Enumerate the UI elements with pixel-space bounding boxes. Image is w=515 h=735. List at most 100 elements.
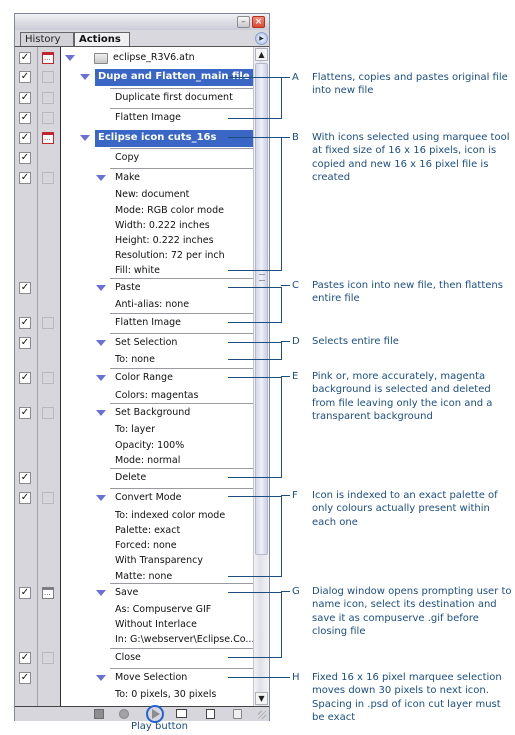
action-name[interactable]: Eclipse icon cuts_16s bbox=[98, 131, 216, 145]
tab-actions[interactable]: Actions bbox=[74, 32, 130, 46]
toggle-checkbox[interactable]: ✓ bbox=[19, 71, 31, 83]
tab-history[interactable]: History bbox=[20, 32, 74, 46]
dialog-toggle-empty[interactable] bbox=[42, 407, 54, 419]
row-separator bbox=[110, 668, 253, 669]
leader-line bbox=[281, 376, 290, 377]
dialog-toggle-empty[interactable] bbox=[42, 317, 54, 329]
toggle-checkbox[interactable]: ✓ bbox=[19, 672, 31, 684]
expand-triangle-icon[interactable] bbox=[80, 135, 90, 141]
expand-triangle-icon[interactable] bbox=[96, 375, 106, 381]
step-name[interactable]: Set Selection bbox=[115, 336, 177, 350]
trash-icon[interactable] bbox=[233, 709, 242, 719]
expand-triangle-icon[interactable] bbox=[96, 495, 106, 501]
bracket-line bbox=[281, 496, 282, 577]
expand-triangle-icon[interactable] bbox=[65, 55, 75, 61]
leader-line bbox=[228, 342, 281, 343]
stop-icon[interactable] bbox=[94, 709, 104, 719]
toggle-checkbox[interactable]: ✓ bbox=[19, 652, 31, 664]
dialog-toggle-icon[interactable] bbox=[42, 52, 54, 64]
expand-triangle-icon[interactable] bbox=[96, 410, 106, 416]
expand-triangle-icon[interactable] bbox=[80, 74, 90, 80]
dialog-toggle-empty[interactable] bbox=[42, 372, 54, 384]
expand-triangle-icon[interactable] bbox=[96, 590, 106, 596]
step-name[interactable]: Set Background bbox=[115, 406, 190, 420]
leader-line bbox=[281, 495, 290, 496]
toggle-checkbox[interactable]: ✓ bbox=[19, 472, 31, 484]
step-parameter: Mode: normal bbox=[115, 455, 181, 466]
step-name[interactable]: Make bbox=[115, 171, 140, 185]
toggle-checkbox[interactable]: ✓ bbox=[19, 172, 31, 184]
toggle-checkbox[interactable]: ✓ bbox=[19, 152, 31, 164]
expand-triangle-icon[interactable] bbox=[96, 175, 106, 181]
record-icon[interactable] bbox=[119, 709, 129, 719]
new-action-icon[interactable] bbox=[206, 709, 215, 719]
toggle-checkbox[interactable]: ✓ bbox=[19, 317, 31, 329]
toggle-checkbox[interactable]: ✓ bbox=[19, 372, 31, 384]
annotation-letter: B bbox=[292, 132, 299, 143]
leader-line bbox=[228, 270, 281, 271]
leader-line bbox=[228, 359, 281, 360]
dialog-toggle-icon[interactable] bbox=[42, 132, 54, 144]
close-icon[interactable]: × bbox=[252, 16, 265, 28]
dialog-toggle-empty[interactable] bbox=[42, 652, 54, 664]
leader-line bbox=[228, 377, 281, 378]
grip-icon bbox=[259, 274, 265, 281]
action-name[interactable]: Dupe and Flatten_main file bbox=[98, 70, 250, 84]
annotation-letter: C bbox=[292, 280, 299, 291]
bracket-line bbox=[281, 342, 282, 360]
folder-icon[interactable] bbox=[176, 709, 187, 718]
step-name[interactable]: Flatten Image bbox=[115, 316, 181, 330]
annotation-text: Dialog window opens prompting user to na… bbox=[312, 586, 512, 637]
step-parameter: Opacity: 100% bbox=[115, 440, 185, 451]
row-separator bbox=[110, 648, 253, 649]
bracket-line bbox=[281, 77, 282, 119]
toggle-checkbox[interactable]: ✓ bbox=[19, 587, 31, 599]
toggle-checkbox[interactable]: ✓ bbox=[19, 407, 31, 419]
annotation-letter: A bbox=[292, 72, 299, 83]
dialog-toggle-empty[interactable] bbox=[42, 172, 54, 184]
row-separator bbox=[110, 368, 253, 369]
dialog-toggle-empty[interactable] bbox=[42, 92, 54, 104]
leader-line bbox=[281, 285, 290, 286]
step-name[interactable]: Close bbox=[115, 651, 141, 665]
panel-menu-icon[interactable]: ▶ bbox=[255, 32, 268, 45]
toggle-checkbox[interactable]: ✓ bbox=[19, 132, 31, 144]
step-name[interactable]: Paste bbox=[115, 281, 141, 295]
dialog-toggle-empty[interactable] bbox=[42, 492, 54, 504]
toggle-checkbox[interactable]: ✓ bbox=[19, 492, 31, 504]
step-parameter: To: 0 pixels, 30 pixels bbox=[115, 689, 217, 700]
step-parameter: As: Compuserve GIF bbox=[115, 604, 212, 615]
step-name[interactable]: Duplicate first document bbox=[115, 91, 233, 105]
scroll-down-icon[interactable]: ▼ bbox=[255, 692, 268, 705]
toggle-checkbox[interactable]: ✓ bbox=[19, 52, 31, 64]
step-name[interactable]: Copy bbox=[115, 151, 139, 165]
row-separator bbox=[110, 333, 253, 334]
row-separator bbox=[110, 468, 253, 469]
panel-titlebar[interactable]: – × bbox=[15, 14, 269, 30]
step-name[interactable]: Delete bbox=[115, 471, 146, 485]
scroll-up-icon[interactable]: ▲ bbox=[255, 48, 268, 61]
step-name[interactable]: Save bbox=[115, 586, 138, 600]
toggle-checkbox[interactable]: ✓ bbox=[19, 337, 31, 349]
minimize-icon[interactable]: – bbox=[237, 16, 250, 28]
folder-icon bbox=[94, 53, 108, 64]
expand-triangle-icon[interactable] bbox=[96, 675, 106, 681]
expand-triangle-icon[interactable] bbox=[96, 285, 106, 291]
resize-grip-icon[interactable] bbox=[258, 711, 266, 719]
step-name[interactable]: Move Selection bbox=[115, 671, 187, 685]
toggle-checkbox[interactable]: ✓ bbox=[19, 282, 31, 294]
step-name[interactable]: Flatten Image bbox=[115, 111, 181, 125]
annotation-letter: F bbox=[292, 490, 298, 501]
toggle-checkbox[interactable]: ✓ bbox=[19, 92, 31, 104]
step-name[interactable]: Color Range bbox=[115, 371, 173, 385]
toggle-checkbox[interactable]: ✓ bbox=[19, 112, 31, 124]
expand-triangle-icon[interactable] bbox=[96, 340, 106, 346]
dialog-toggle-empty[interactable] bbox=[42, 112, 54, 124]
action-set-name[interactable]: eclipse_R3V6.atn bbox=[113, 51, 195, 65]
leader-line bbox=[281, 591, 290, 592]
dialog-toggle-empty[interactable] bbox=[42, 71, 54, 83]
annotation-text: Fixed 16 x 16 pixel marquee selection mo… bbox=[312, 672, 502, 723]
step-name[interactable]: Convert Mode bbox=[115, 491, 181, 505]
dialog-toggle-icon[interactable] bbox=[42, 587, 54, 599]
leader-line bbox=[228, 657, 281, 658]
